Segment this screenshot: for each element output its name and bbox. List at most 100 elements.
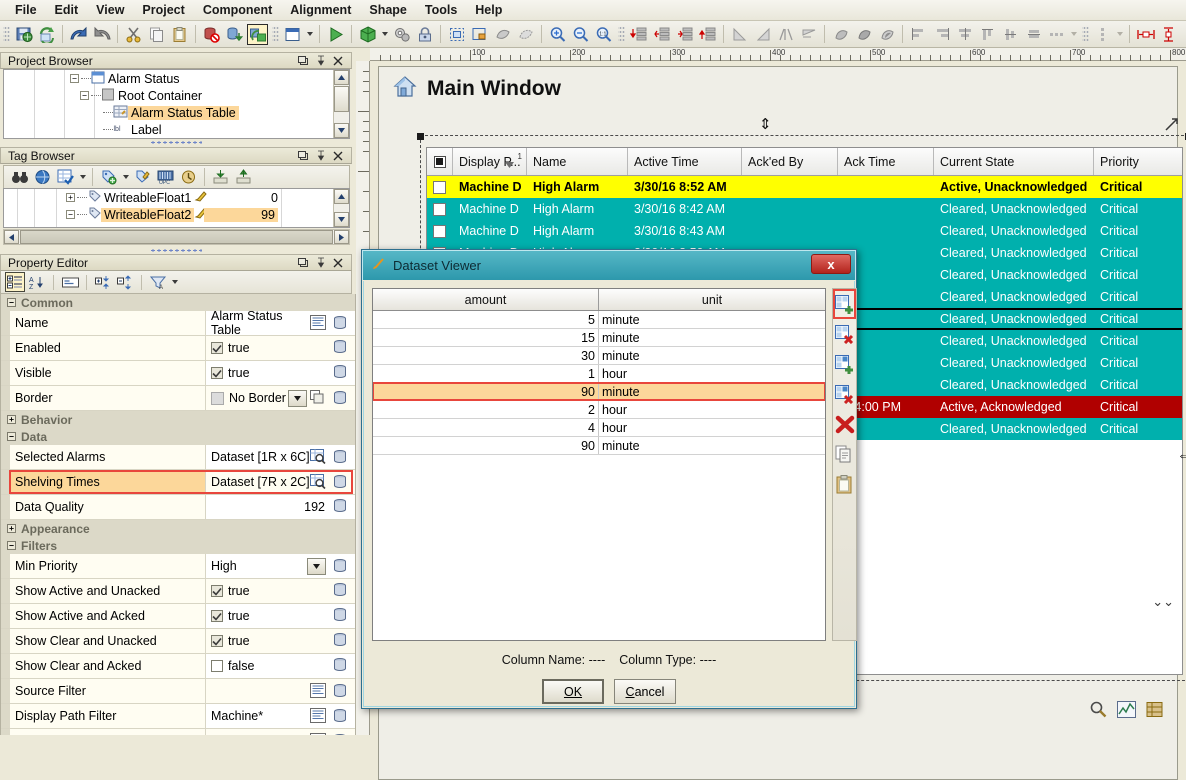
select-all-icon[interactable]: [446, 24, 467, 45]
binding-icon[interactable]: [332, 587, 348, 601]
globe-icon[interactable]: [32, 167, 53, 188]
categorize-icon[interactable]: [5, 272, 25, 292]
binoculars-icon[interactable]: [9, 167, 30, 188]
align-center-h-icon[interactable]: [954, 24, 975, 45]
binding-icon[interactable]: [332, 683, 348, 700]
tree-node-root-container[interactable]: − Root Container: [4, 87, 349, 104]
dataset-row[interactable]: 1hour: [373, 365, 825, 383]
dataset-cell-unit[interactable]: minute: [599, 437, 825, 454]
header-priority[interactable]: Priority: [1094, 148, 1183, 175]
tree-node-alarm-status-table[interactable]: Alarm Status Table: [4, 104, 349, 121]
history-icon[interactable]: [178, 167, 199, 188]
selection-handle-tl[interactable]: [417, 133, 424, 140]
binding-icon[interactable]: [332, 474, 348, 491]
new-window-dropdown-icon[interactable]: [304, 24, 315, 44]
align-top-icon[interactable]: [977, 24, 998, 45]
dialog-title-bar[interactable]: Dataset Viewer x: [362, 250, 856, 280]
pin-icon[interactable]: [316, 150, 326, 161]
align-bottom-icon[interactable]: [1023, 24, 1044, 45]
zoom-in-icon[interactable]: [547, 24, 568, 45]
dataset-viewer-icon[interactable]: [310, 449, 327, 466]
align-right-icon[interactable]: [931, 24, 952, 45]
menu-alignment[interactable]: Alignment: [281, 1, 360, 19]
redo-icon[interactable]: [91, 24, 112, 45]
table-row[interactable]: Machine DHigh Alarm3/30/16 8:42 AMCleare…: [427, 198, 1182, 220]
subtract-icon[interactable]: [515, 24, 536, 45]
header-acked-by[interactable]: Ack'ed By: [742, 148, 838, 175]
new-window-icon[interactable]: [282, 24, 303, 45]
expand-all-icon[interactable]: [93, 272, 113, 292]
dataset-cell-amount[interactable]: 2: [373, 401, 599, 418]
property-row-show-clear-acked[interactable]: Show Clear and Acked false: [1, 654, 355, 679]
db-down-icon[interactable]: [224, 24, 245, 45]
dataset-cell-unit[interactable]: hour: [599, 365, 825, 382]
union-icon[interactable]: [492, 24, 513, 45]
group-icon[interactable]: [469, 24, 490, 45]
checkbox-enabled[interactable]: [211, 342, 223, 354]
dataset-viewer-icon[interactable]: [310, 474, 327, 491]
add-row-icon[interactable]: [833, 349, 856, 379]
tree-node-label[interactable]: lbl Label: [4, 121, 349, 138]
save-icon[interactable]: [13, 24, 34, 45]
property-value[interactable]: Machine*: [211, 709, 263, 723]
expander-icon[interactable]: +: [66, 193, 75, 202]
row-select-cell[interactable]: [427, 225, 453, 238]
expander-icon[interactable]: −: [80, 91, 89, 100]
scroll-up-button[interactable]: [334, 189, 349, 204]
paste-icon[interactable]: [169, 24, 190, 45]
scroll-left-button[interactable]: [4, 230, 19, 244]
menu-file[interactable]: File: [6, 1, 46, 19]
dataset-cell-amount[interactable]: 15: [373, 329, 599, 346]
zoom-out-icon[interactable]: [570, 24, 591, 45]
binding-icon[interactable]: [332, 449, 348, 466]
sort-az-icon[interactable]: AZ: [27, 272, 47, 292]
dataset-cell-unit[interactable]: minute: [599, 383, 825, 400]
vertical-resize-arrow-icon[interactable]: ⇕: [759, 115, 772, 133]
expression-icon[interactable]: [310, 315, 327, 332]
checkbox-show-active-acked[interactable]: [211, 610, 223, 622]
distribute-v-dropdown-icon[interactable]: [1114, 24, 1125, 44]
remove-column-icon[interactable]: [833, 319, 856, 349]
menu-help[interactable]: Help: [466, 1, 511, 19]
menu-project[interactable]: Project: [133, 1, 193, 19]
add-column-icon[interactable]: [833, 289, 856, 319]
close-icon[interactable]: x: [811, 254, 851, 274]
collapse-icon[interactable]: −: [7, 541, 16, 550]
scroll-more-icon[interactable]: ⌄⌄: [1152, 594, 1174, 610]
scroll-up-button[interactable]: [334, 70, 349, 85]
project-browser-scrollbar[interactable]: [333, 70, 349, 138]
expand-icon[interactable]: +: [7, 415, 16, 424]
property-category-data[interactable]: − Data: [1, 428, 355, 445]
send-backward-icon[interactable]: [697, 24, 718, 45]
copy-icon[interactable]: [146, 24, 167, 45]
pin-icon[interactable]: [316, 55, 326, 66]
dataset-row[interactable]: 90minute: [373, 437, 825, 455]
scroll-right-button[interactable]: [334, 230, 349, 244]
shape-difference-icon[interactable]: [876, 24, 897, 45]
dataset-cell-unit[interactable]: minute: [599, 311, 825, 328]
header-name[interactable]: Name: [527, 148, 628, 175]
scroll-down-button[interactable]: [334, 123, 349, 138]
dataset-cell-unit[interactable]: hour: [599, 401, 825, 418]
collapse-all-icon[interactable]: [115, 272, 135, 292]
package-dropdown-icon[interactable]: [379, 24, 390, 44]
database-icon[interactable]: [1146, 701, 1163, 721]
rotate-right-icon[interactable]: [752, 24, 773, 45]
opc-icon[interactable]: OPC: [155, 167, 176, 188]
float-icon[interactable]: [298, 258, 309, 268]
cancel-button[interactable]: Cancel: [614, 679, 676, 704]
export-tags-icon[interactable]: [233, 167, 254, 188]
property-category-filters[interactable]: − Filters: [1, 537, 355, 554]
cut-icon[interactable]: [123, 24, 144, 45]
min-priority-dropdown-icon[interactable]: [307, 558, 326, 575]
header-ack-time[interactable]: Ack Time: [838, 148, 934, 175]
dataset-row[interactable]: 30minute: [373, 347, 825, 365]
header-current-state[interactable]: Current State: [934, 148, 1094, 175]
dataset-cell-amount[interactable]: 4: [373, 419, 599, 436]
splitter-tag-property[interactable]: [0, 247, 352, 253]
row-select-cell[interactable]: [427, 203, 453, 216]
dataset-header-unit[interactable]: unit: [599, 289, 825, 310]
row-checkbox[interactable]: [433, 225, 446, 238]
checkbox-show-clear-unacked[interactable]: [211, 635, 223, 647]
binding-icon[interactable]: [332, 369, 348, 383]
